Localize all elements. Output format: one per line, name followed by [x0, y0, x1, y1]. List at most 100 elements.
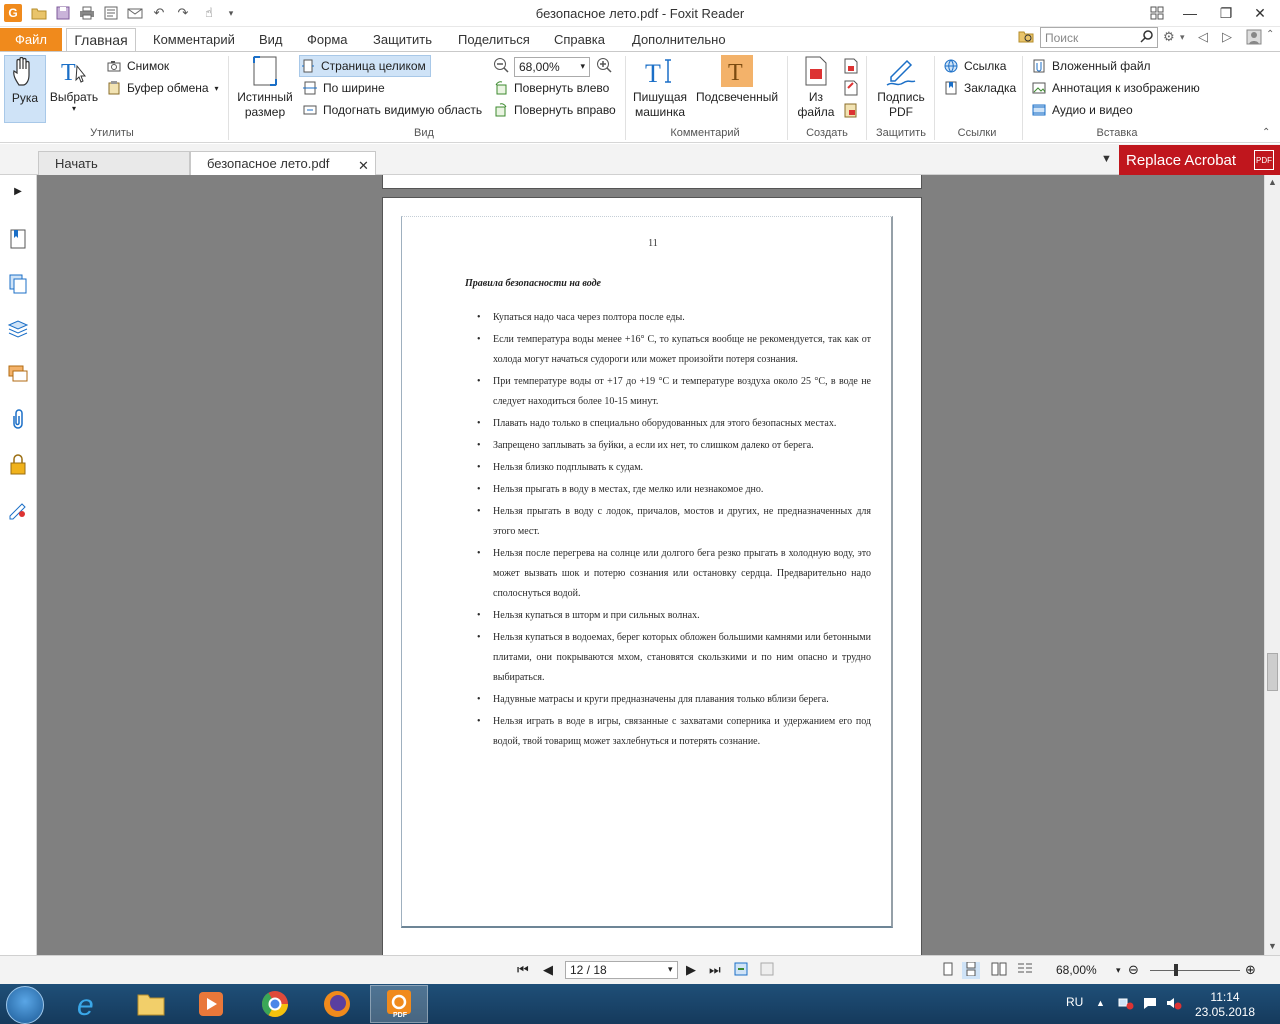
- next-result-icon[interactable]: ▷: [1222, 29, 1232, 45]
- document-view[interactable]: 11 Правила безопасности на воде Купаться…: [37, 175, 1264, 955]
- link-button[interactable]: Ссылка: [943, 56, 1006, 76]
- single-page-icon[interactable]: [941, 962, 955, 979]
- fit-visible-button[interactable]: Подогнать видимую область: [302, 100, 482, 120]
- typewriter-button[interactable]: T Пишущая машинка: [630, 55, 690, 125]
- volume-muted-icon[interactable]: [1166, 996, 1182, 1013]
- collapse-ribbon-icon[interactable]: ⌃: [1262, 127, 1270, 138]
- settings-gear-icon[interactable]: ⚙: [1163, 29, 1175, 45]
- foxit-reader-taskbar-icon[interactable]: PDF: [370, 985, 428, 1023]
- network-icon[interactable]: [1118, 996, 1134, 1013]
- foxit-logo-icon[interactable]: G: [4, 4, 22, 22]
- fit-page-button[interactable]: Страница целиком: [299, 55, 431, 77]
- clock[interactable]: 11:14 23.05.2018: [1190, 990, 1260, 1020]
- minimize-button[interactable]: —: [1170, 2, 1210, 24]
- rotate-left-button[interactable]: Повернуть влево: [493, 78, 609, 98]
- page-number-input[interactable]: 12 / 18: [565, 961, 678, 979]
- actual-size-button[interactable]: Истинный размер: [234, 55, 296, 125]
- close-tab-icon[interactable]: ✕: [358, 158, 369, 174]
- undo-icon[interactable]: ↶: [150, 4, 168, 22]
- tab-form[interactable]: Форма: [299, 28, 356, 51]
- rotate-right-button[interactable]: Повернуть вправо: [493, 100, 616, 120]
- tab-view[interactable]: Вид: [251, 28, 291, 51]
- save-icon[interactable]: [54, 4, 72, 22]
- next-page-icon[interactable]: ▶: [686, 962, 696, 978]
- bookmarks-icon[interactable]: [6, 227, 30, 251]
- last-page-icon[interactable]: ⏭: [709, 962, 721, 978]
- security-lock-icon[interactable]: [6, 452, 30, 476]
- show-hidden-icons-icon[interactable]: ▲: [1096, 998, 1105, 1008]
- print-icon[interactable]: [78, 4, 96, 22]
- attachment-button[interactable]: Вложенный файл: [1031, 56, 1151, 76]
- zoom-dropdown-icon[interactable]: ▾: [580, 61, 585, 72]
- internet-explorer-icon[interactable]: e: [60, 985, 118, 1023]
- scroll-down-icon[interactable]: ▼: [1268, 941, 1277, 951]
- previous-result-icon[interactable]: ◁: [1198, 29, 1208, 45]
- file-explorer-icon[interactable]: [122, 985, 180, 1023]
- tab-document[interactable]: безопасное лето.pdf: [190, 151, 376, 175]
- settings-dropdown-icon[interactable]: ▾: [1180, 32, 1185, 43]
- tab-help[interactable]: Справка: [546, 28, 613, 51]
- close-button[interactable]: ✕: [1240, 2, 1280, 24]
- zoom-input[interactable]: 68,00% ▾: [514, 57, 590, 77]
- zoom-in-status-icon[interactable]: ⊕: [1245, 962, 1256, 978]
- menu-file[interactable]: Файл: [0, 28, 62, 51]
- create-from-scanner-icon[interactable]: [843, 80, 859, 99]
- tab-home[interactable]: Главная: [66, 28, 136, 51]
- previous-page-icon[interactable]: ◀: [543, 962, 553, 978]
- language-indicator[interactable]: RU: [1066, 995, 1083, 1009]
- find-folder-icon[interactable]: [1018, 29, 1034, 46]
- create-from-clipboard-icon[interactable]: [843, 102, 859, 121]
- tab-share[interactable]: Поделиться: [450, 28, 538, 51]
- signatures-icon[interactable]: [6, 497, 30, 521]
- tab-protect[interactable]: Защитить: [365, 28, 440, 51]
- continuous-page-icon[interactable]: [962, 961, 980, 979]
- pages-thumbnails-icon[interactable]: [6, 272, 30, 296]
- zoom-in-icon[interactable]: [596, 57, 612, 76]
- expand-panel-icon[interactable]: ▶: [6, 179, 30, 203]
- fit-width-button[interactable]: По ширине: [302, 78, 385, 98]
- pdf-page[interactable]: 11 Правила безопасности на воде Купаться…: [382, 197, 922, 955]
- zoom-out-icon[interactable]: [493, 57, 509, 76]
- chrome-icon[interactable]: [246, 985, 304, 1023]
- tab-start[interactable]: Начать: [38, 151, 190, 175]
- previous-view-icon[interactable]: [734, 962, 750, 979]
- scrollbar-thumb[interactable]: [1267, 653, 1278, 691]
- tab-extras[interactable]: Дополнительно: [624, 28, 734, 51]
- attachments-paperclip-icon[interactable]: [6, 407, 30, 431]
- action-center-icon[interactable]: [1142, 996, 1158, 1013]
- layers-icon[interactable]: [6, 317, 30, 341]
- open-icon[interactable]: [30, 4, 48, 22]
- scroll-up-icon[interactable]: ▲: [1268, 177, 1277, 187]
- replace-acrobat-banner[interactable]: Replace Acrobat PDF: [1119, 145, 1280, 175]
- customize-quick-access-icon[interactable]: ▾: [222, 4, 240, 22]
- from-file-button[interactable]: Из файла: [792, 55, 840, 125]
- user-account-icon[interactable]: [1246, 29, 1262, 48]
- zoom-level[interactable]: 68,00%: [1056, 963, 1097, 977]
- firefox-icon[interactable]: [308, 985, 366, 1023]
- tab-comment[interactable]: Комментарий: [145, 28, 243, 51]
- snapshot-button[interactable]: Снимок: [106, 56, 169, 76]
- hand-tool-button[interactable]: Рука: [4, 55, 46, 123]
- expand-ribbon-icon[interactable]: ⌃: [1266, 29, 1274, 40]
- page-dropdown-icon[interactable]: ▾: [668, 964, 673, 975]
- continuous-facing-icon[interactable]: [1017, 962, 1033, 979]
- create-blank-icon[interactable]: [843, 58, 859, 77]
- email-icon[interactable]: [126, 4, 144, 22]
- media-player-icon[interactable]: [182, 985, 240, 1023]
- facing-pages-icon[interactable]: [991, 962, 1007, 979]
- first-page-icon[interactable]: ⏮: [517, 962, 529, 978]
- search-icon[interactable]: [1140, 29, 1154, 46]
- sign-pdf-button[interactable]: Подпись PDF: [872, 55, 930, 125]
- ribbon-display-icon[interactable]: [1140, 2, 1174, 24]
- start-button[interactable]: [6, 986, 44, 1024]
- bookmark-button[interactable]: Закладка: [943, 78, 1016, 98]
- select-tool-button[interactable]: T Выбрать ▾: [50, 55, 98, 125]
- audio-video-button[interactable]: Аудио и видео: [1031, 100, 1133, 120]
- zoom-status-dropdown-icon[interactable]: ▾: [1116, 965, 1121, 976]
- image-annotation-button[interactable]: Аннотация к изображению: [1031, 78, 1200, 98]
- hand-tool-dropdown-icon[interactable]: ☝: [200, 4, 218, 22]
- comments-icon[interactable]: [6, 362, 30, 386]
- zoom-slider[interactable]: [1150, 970, 1240, 971]
- zoom-out-status-icon[interactable]: ⊖: [1128, 962, 1139, 978]
- next-view-icon[interactable]: [760, 962, 776, 979]
